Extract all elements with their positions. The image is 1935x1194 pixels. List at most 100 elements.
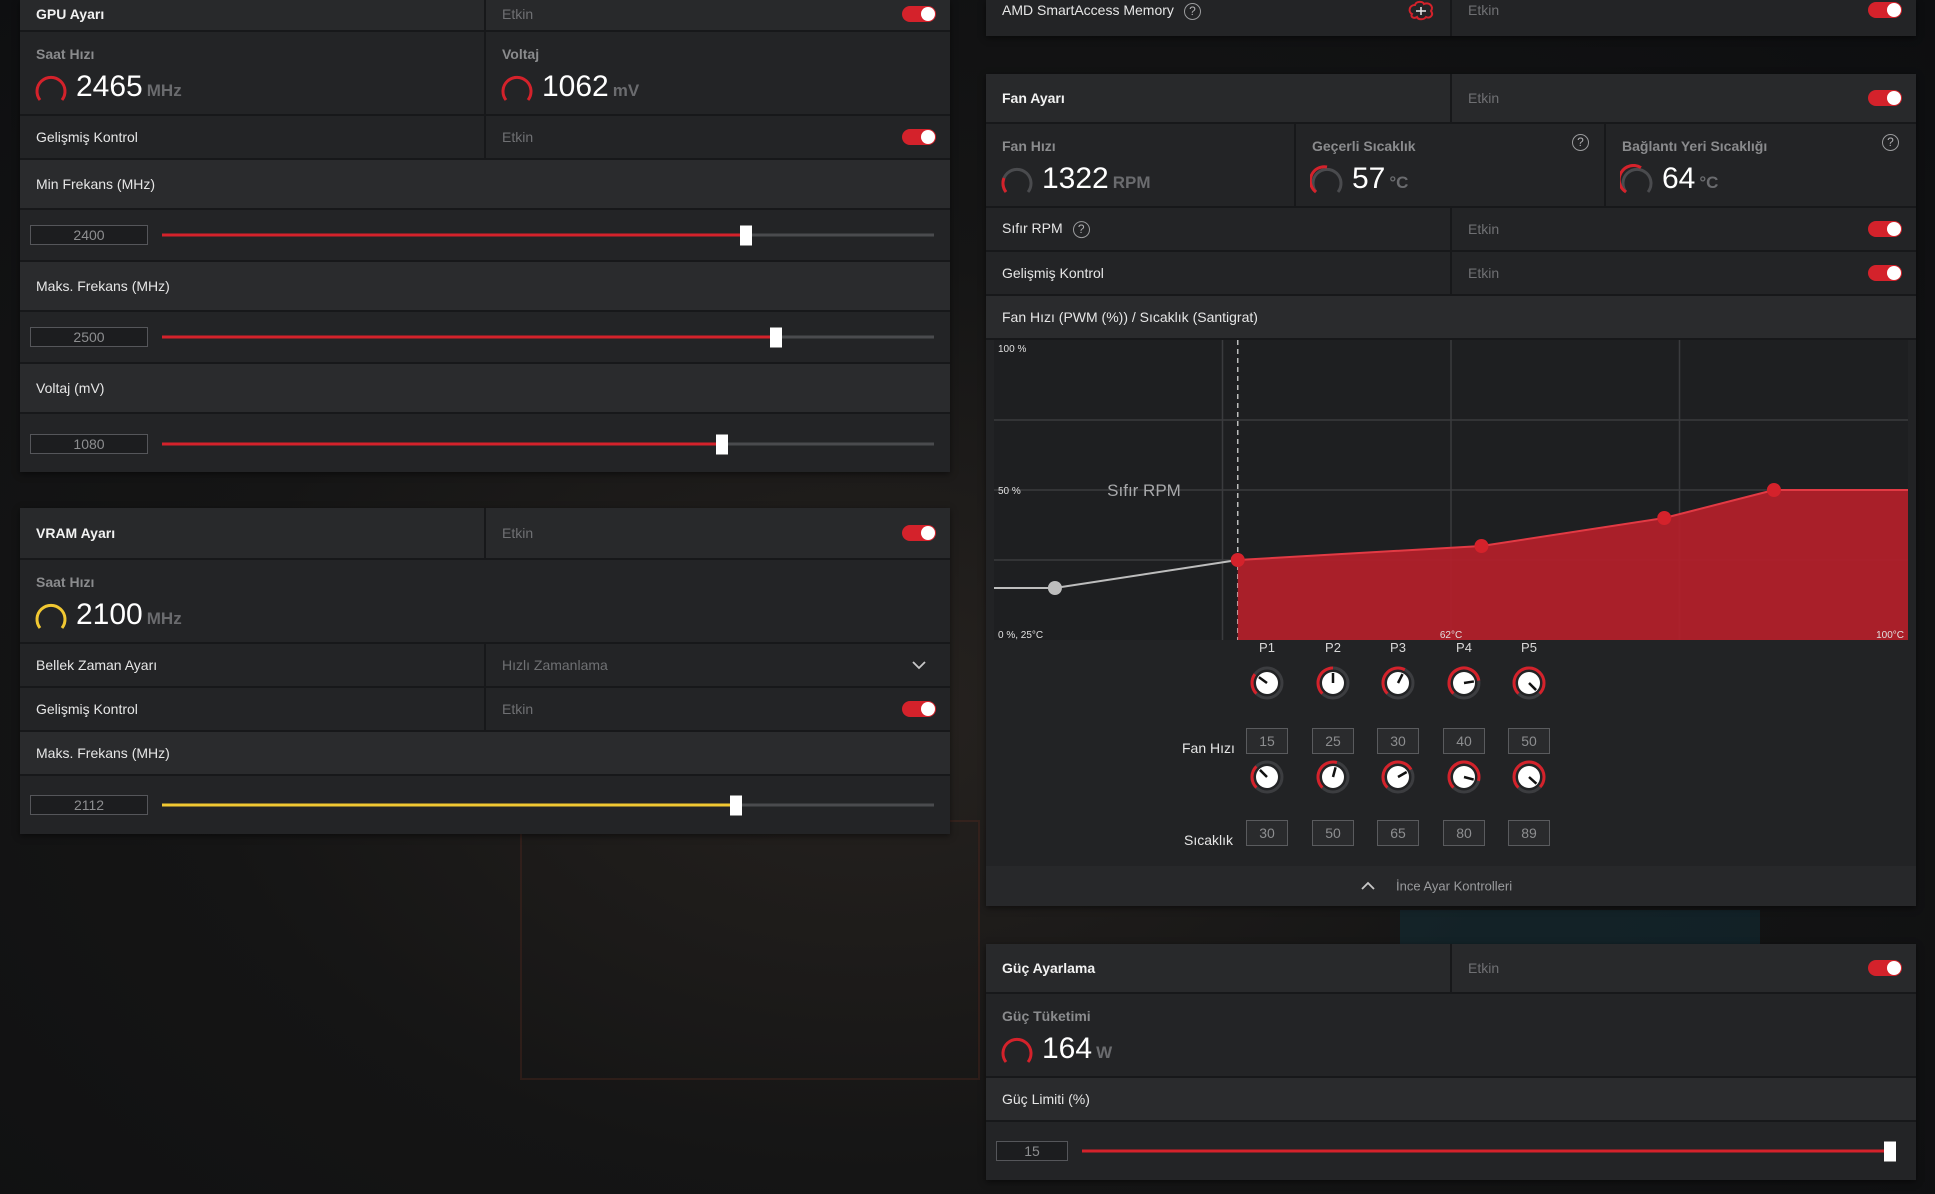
gpu-min-freq-slider[interactable] [162,225,934,245]
slider-thumb[interactable] [715,434,728,454]
knob-dial-icon [1447,666,1481,700]
gpu-max-freq-label: Maks. Frekans (MHz) [36,278,170,294]
knob-dial-icon [1381,760,1415,794]
help-icon[interactable]: ? [1072,220,1090,238]
fan-advanced-row: Gelişmiş Kontrol Etkin [986,252,1916,296]
vram-clock-value: 2100 [76,598,143,631]
fan-toggle[interactable] [1868,90,1902,106]
slider-thumb[interactable] [769,327,782,347]
slider-thumb[interactable] [1884,1141,1896,1161]
sam-toggle[interactable] [1868,2,1902,18]
help-icon[interactable]: ? [1882,134,1899,151]
gpu-max-freq-input[interactable]: 2500 [30,327,148,347]
gpu-metrics-row: Saat Hızı 2465 MHz Voltaj 1062 mV [20,32,950,116]
fan-speed-knob[interactable] [1445,664,1483,702]
gpu-min-freq-slider-row: 2400 [20,210,950,262]
fine-tune-row[interactable]: İnce Ayar Kontrolleri [986,866,1916,906]
power-consumption-value: 164 [1042,1032,1093,1065]
fan-enabled-text: Etkin [1468,90,1500,106]
fine-tune-label[interactable]: İnce Ayar Kontrolleri [1396,879,1512,894]
slider-fill [162,803,737,807]
temperature-gauge-icon [1310,165,1343,194]
temperature-point-input[interactable]: 50 [1312,820,1354,846]
temperature-point-input[interactable]: 89 [1508,820,1550,846]
fan-speed-knob[interactable] [1379,664,1417,702]
fan-curve-label: Fan Hızı (PWM (%)) / Sıcaklık (Santigrat… [1002,309,1258,325]
vram-toggle[interactable] [902,525,936,541]
gpu-min-freq-label-row: Min Frekans (MHz) [20,160,950,210]
gpu-voltage-gauge-icon [501,75,533,101]
vram-max-freq-slider-row: 2112 [20,776,950,834]
temperature-point-input[interactable]: 30 [1246,820,1288,846]
gpu-clock-title: Saat Hızı [36,46,95,62]
knob-dial-icon [1250,760,1284,794]
zero-rpm-label-wrap: Sıfır RPM? [1002,220,1090,238]
gpu-max-freq-slider[interactable] [162,327,934,347]
fan-speed-knob[interactable] [1314,664,1352,702]
temperature-knob[interactable] [1510,758,1548,796]
slider-fill [1082,1149,1890,1153]
vram-timing-select[interactable]: Hızlı Zamanlama [502,657,608,673]
fan-speed-point-input[interactable]: 15 [1246,728,1288,754]
zero-rpm-toggle[interactable] [1868,221,1902,237]
vram-clock-readout: 2100 MHz [76,598,182,632]
temperature-knob[interactable] [1248,758,1286,796]
gpu-clock-readout: 2465 MHz [76,70,182,104]
temperature-knob[interactable] [1445,758,1483,796]
fan-temp-unit: °C [1389,173,1409,192]
gpu-advanced-toggle[interactable] [902,129,936,145]
temperature-point-input[interactable]: 80 [1443,820,1485,846]
power-limit-slider[interactable] [1082,1141,1896,1161]
fan-point-controls: Fan Hızı Sıcaklık P1 15 30 P2 25 50 P3 30 65 P4 40… [986,640,1916,860]
temperature-knob[interactable] [1314,758,1352,796]
column-divider [1450,0,1452,36]
slider-thumb[interactable] [740,225,753,245]
chevron-up-icon[interactable] [1361,881,1375,891]
temperature-point-input[interactable]: 65 [1377,820,1419,846]
gpu-volt-slider[interactable] [162,434,934,454]
power-limit-input[interactable]: 15 [996,1141,1068,1161]
column-divider [1450,74,1452,122]
fan-curve-chart[interactable]: 100 % 50 % 0 %, 25°C 62°C 100°C Sıfır RPM [994,340,1908,640]
gpu-min-freq-input[interactable]: 2400 [30,225,148,245]
fan-curve-point[interactable] [1766,483,1781,497]
vram-max-freq-slider[interactable] [162,795,934,815]
power-consumption-readout: 164 W [1042,1032,1112,1066]
gpu-volt-input[interactable]: 1080 [30,434,148,454]
slider-thumb[interactable] [730,795,743,815]
fan-curve-point[interactable] [1474,539,1489,553]
gpu-header-row: GPU Ayarı Etkin [20,0,950,32]
fan-curve-point[interactable] [1657,511,1672,525]
gpu-advanced-label: Gelişmiş Kontrol [36,129,138,145]
help-icon[interactable]: ? [1572,134,1589,151]
vram-timing-row[interactable]: Bellek Zaman Ayarı Hızlı Zamanlama [20,644,950,688]
temperature-knob[interactable] [1379,758,1417,796]
power-toggle[interactable] [1868,960,1902,976]
fan-speed-point-input[interactable]: 50 [1508,728,1550,754]
fan-speed-point-input[interactable]: 30 [1377,728,1419,754]
slider-fill [162,442,722,446]
power-enabled-text: Etkin [1468,960,1500,976]
fan-speed-knob[interactable] [1248,664,1286,702]
gpu-toggle[interactable] [902,6,936,22]
vram-max-freq-label: Maks. Frekans (MHz) [36,745,170,761]
vram-max-freq-input[interactable]: 2112 [30,795,148,815]
fan-curve-point[interactable] [1230,553,1245,567]
gpu-voltage-readout: 1062 mV [542,70,639,104]
gpu-clock-gauge-icon [35,75,67,101]
fan-advanced-label: Gelişmiş Kontrol [1002,265,1104,281]
fan-speed-knob[interactable] [1510,664,1548,702]
chevron-down-icon[interactable] [912,660,926,670]
column-divider [484,688,486,730]
vram-advanced-toggle[interactable] [902,701,936,717]
knob-dial-icon [1250,666,1284,700]
background-artwork [520,820,980,1080]
x-tick-label-end: 100°C [1876,630,1904,640]
fan-curve-point[interactable] [1047,581,1062,595]
fan-advanced-toggle[interactable] [1868,265,1902,281]
help-icon[interactable]: ? [1183,2,1201,20]
fan-speed-point-input[interactable]: 25 [1312,728,1354,754]
fan-speed-point-input[interactable]: 40 [1443,728,1485,754]
zero-rpm-enabled: Etkin [1468,221,1500,237]
point-label: P5 [1521,640,1537,655]
